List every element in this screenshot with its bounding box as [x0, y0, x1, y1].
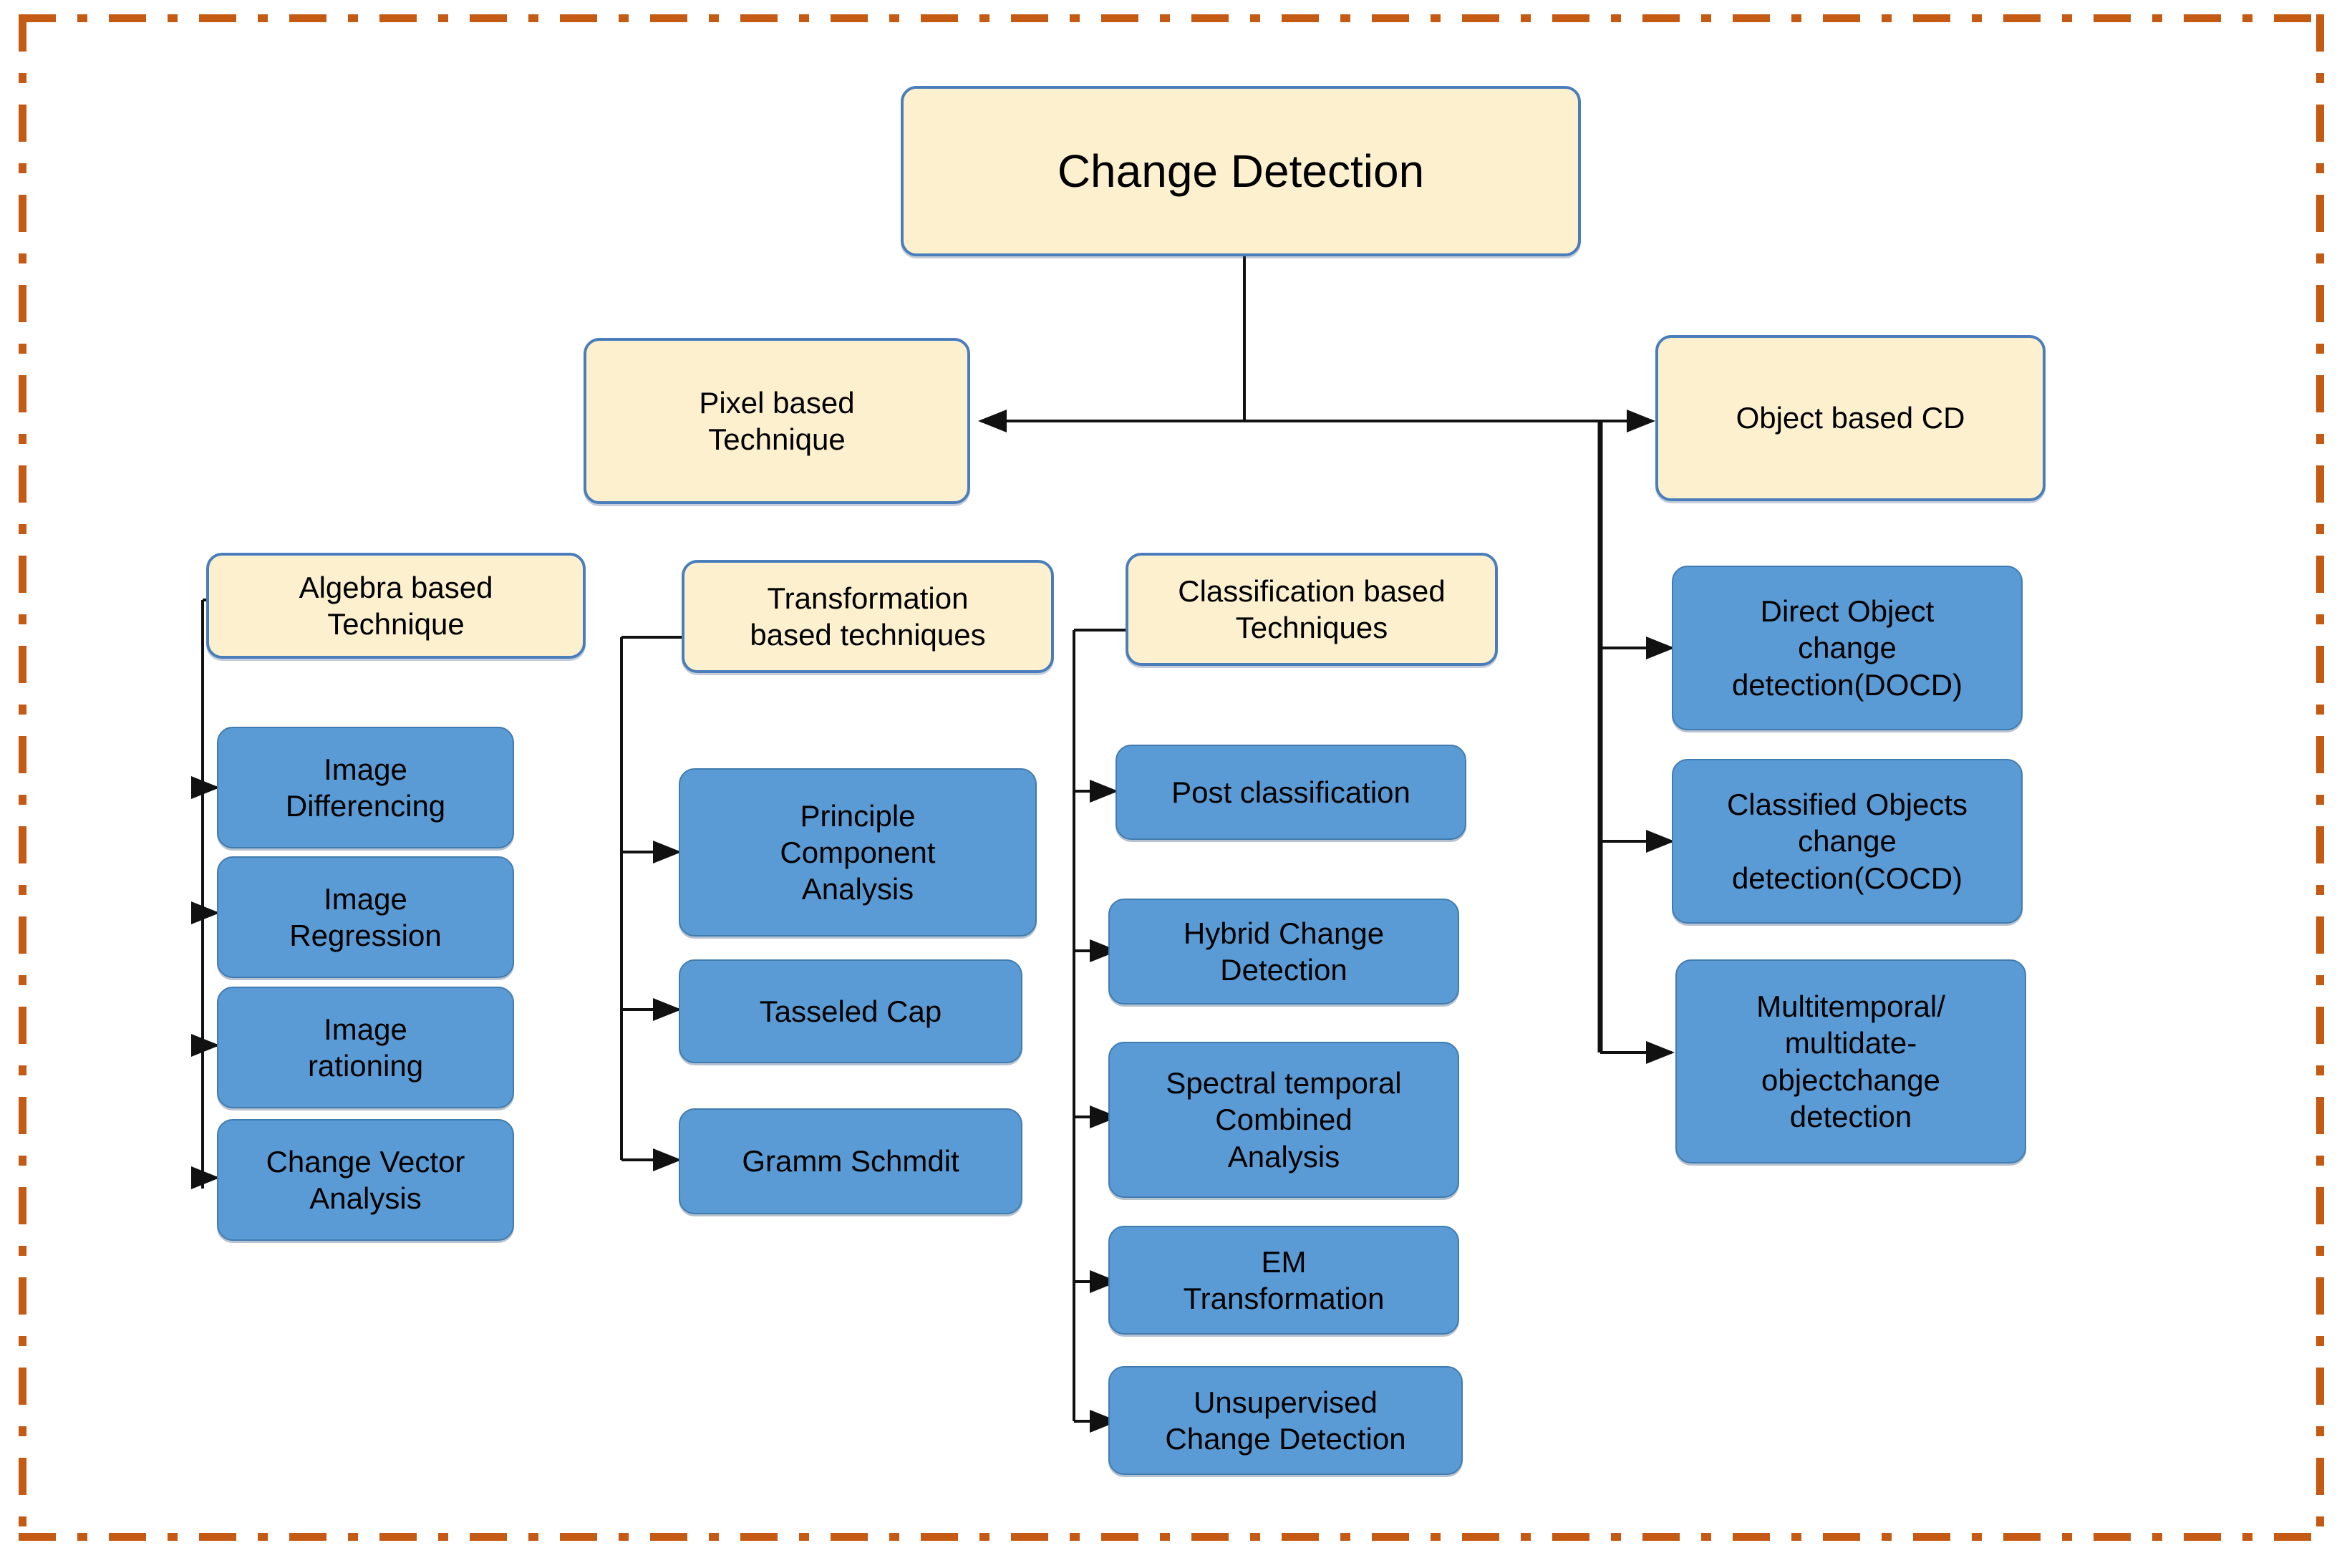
node-post-classification[interactable]: Post classification	[1115, 745, 1466, 840]
node-unsupervised-change-detection[interactable]: Unsupervised Change Detection	[1108, 1366, 1463, 1475]
node-change-vector-analysis[interactable]: Change Vector Analysis	[217, 1119, 514, 1241]
node-tasseled-cap[interactable]: Tasseled Cap	[679, 959, 1022, 1063]
node-direct-object-change-detection[interactable]: Direct Object change detection(DOCD)	[1672, 566, 2023, 730]
node-classification-based-techniques[interactable]: Classification based Techniques	[1126, 553, 1498, 666]
node-principle-component-analysis[interactable]: Principle Component Analysis	[679, 768, 1037, 937]
node-em-transformation[interactable]: EM Transformation	[1108, 1226, 1459, 1335]
frame-left-edge	[19, 14, 26, 1541]
frame-top-edge	[19, 14, 2324, 22]
node-classified-objects-change-detection[interactable]: Classified Objects change detection(COCD…	[1672, 759, 2023, 924]
node-spectral-temporal-combined-analysis[interactable]: Spectral temporal Combined Analysis	[1108, 1042, 1459, 1198]
diagram-canvas: Change Detection Pixel based Technique O…	[0, 0, 2352, 1568]
frame-bottom-edge	[19, 1533, 2324, 1541]
node-transformation-based-techniques[interactable]: Transformation based techniques	[682, 560, 1054, 673]
node-object-based-cd[interactable]: Object based CD	[1655, 335, 2046, 501]
node-gramm-schmdit[interactable]: Gramm Schmdit	[679, 1108, 1022, 1214]
frame-right-edge	[2316, 14, 2324, 1541]
node-algebra-based-technique[interactable]: Algebra based Technique	[206, 553, 586, 659]
node-image-regression[interactable]: Image Regression	[217, 856, 514, 978]
node-change-detection[interactable]: Change Detection	[901, 86, 1581, 256]
node-pixel-based-technique[interactable]: Pixel based Technique	[584, 338, 970, 504]
node-hybrid-change-detection[interactable]: Hybrid Change Detection	[1108, 899, 1459, 1005]
node-image-differencing[interactable]: Image Differencing	[217, 727, 514, 848]
node-image-rationing[interactable]: Image rationing	[217, 987, 514, 1108]
node-multitemporal-multidate-objectchange-detection[interactable]: Multitemporal/ multidate- objectchange d…	[1675, 959, 2026, 1163]
